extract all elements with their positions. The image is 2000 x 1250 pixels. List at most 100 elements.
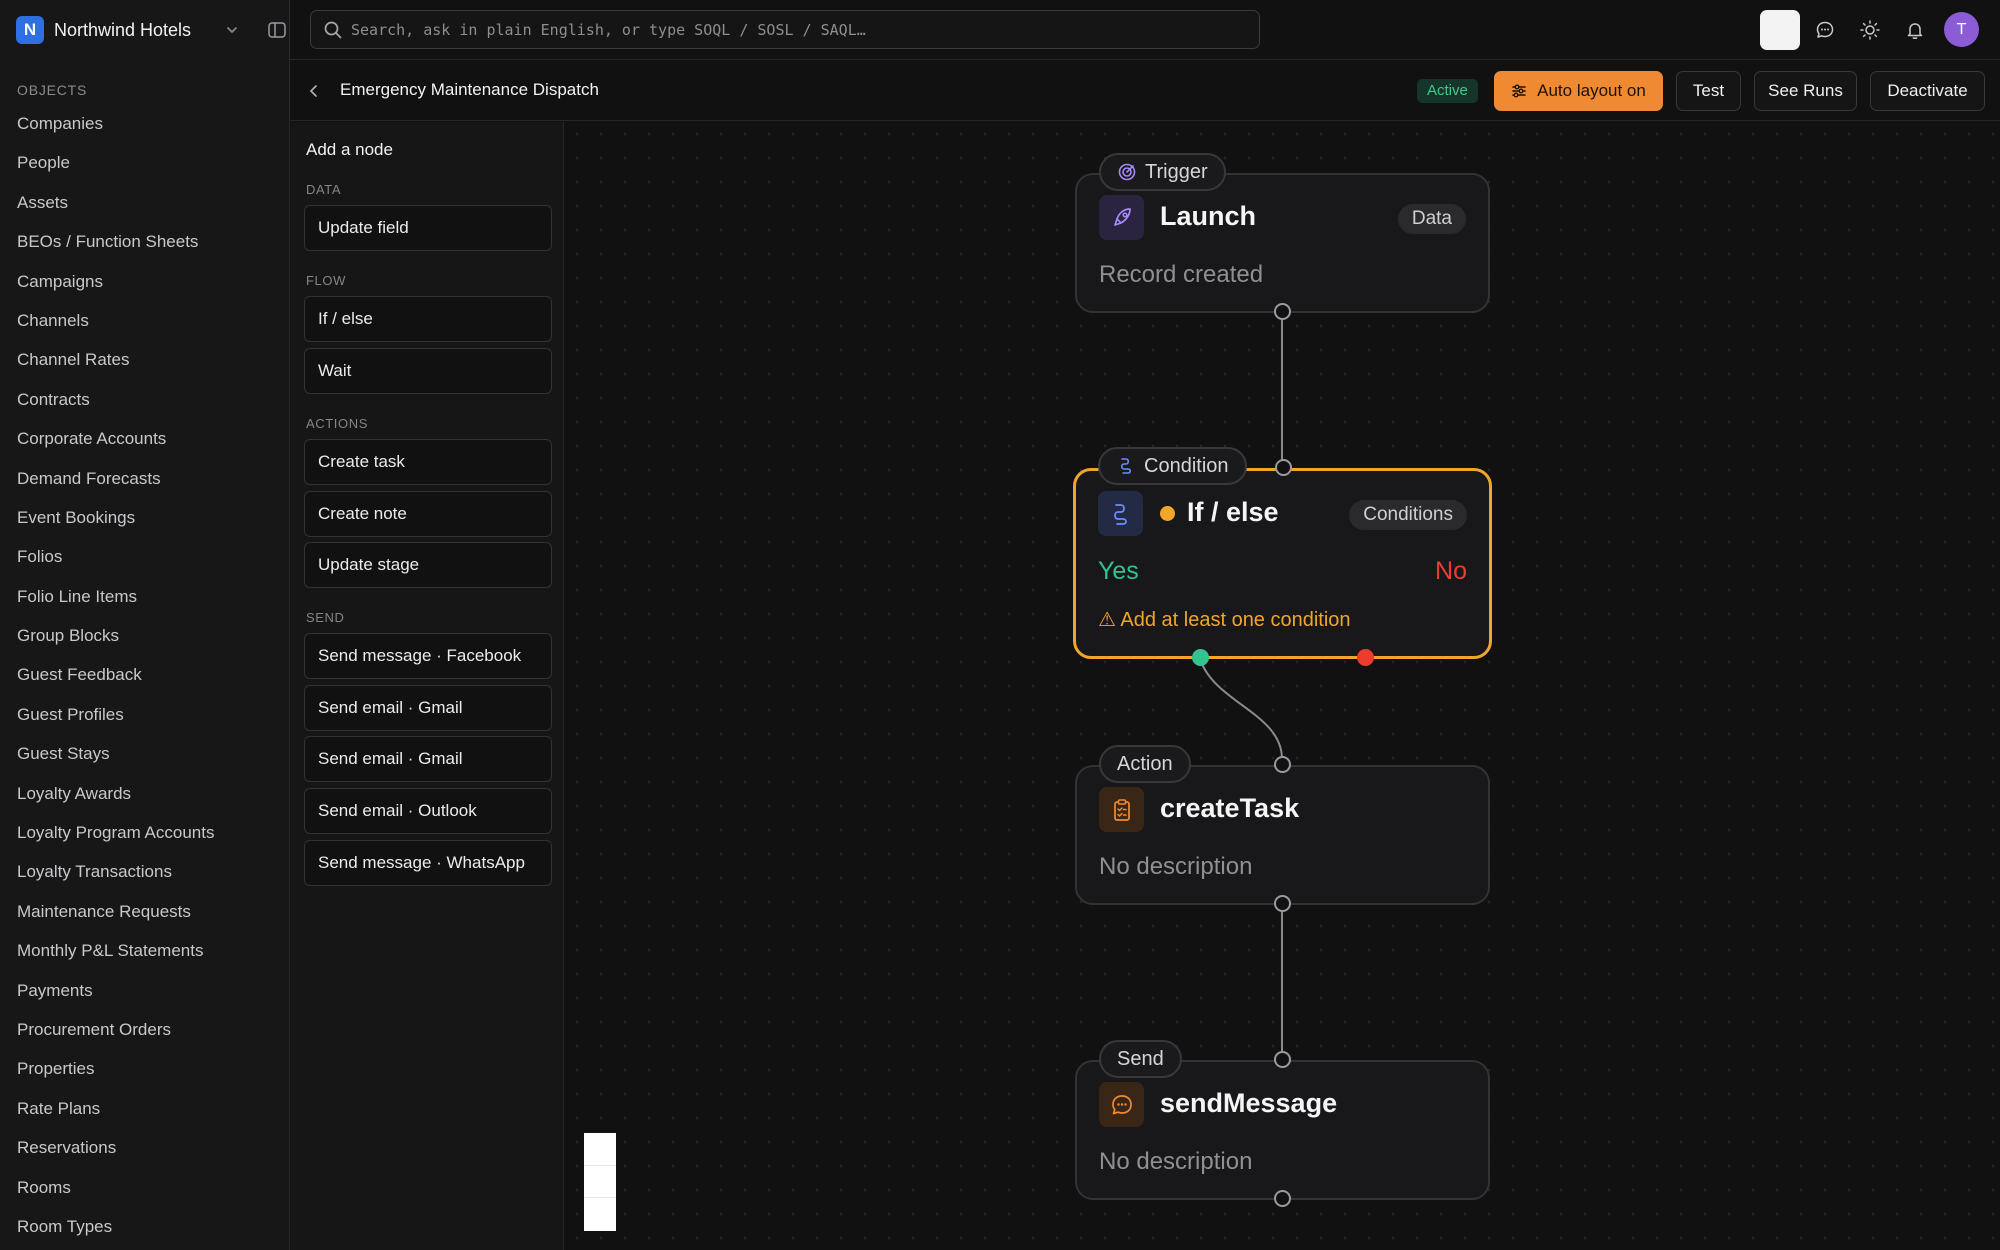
sidebar-item-assets[interactable]: Assets (17, 187, 277, 226)
clipboard-icon (1099, 787, 1144, 832)
node-tag-label: Trigger (1145, 161, 1208, 183)
chevron-down-icon[interactable] (222, 20, 242, 40)
chat-button[interactable] (1805, 10, 1845, 50)
section-actions: ACTIONS (306, 416, 368, 431)
sidebar-item-loyalty-program-accounts[interactable]: Loyalty Program Accounts (17, 817, 277, 856)
branch-yes-label: Yes (1098, 557, 1139, 585)
sidebar-item-corporate-accounts[interactable]: Corporate Accounts (17, 423, 277, 462)
sidebar-item-contracts[interactable]: Contracts (17, 384, 277, 423)
chat-icon (1816, 21, 1834, 38)
input-port[interactable] (1274, 1051, 1291, 1068)
trigger-icon (1118, 163, 1136, 181)
sidebar-item-campaigns[interactable]: Campaigns (17, 266, 277, 305)
section-send: SEND (306, 610, 345, 625)
output-port[interactable] (1274, 895, 1291, 912)
sidebar-item-monthly-p-l-statements[interactable]: Monthly P&L Statements (17, 935, 277, 974)
sidebar-item-group-blocks[interactable]: Group Blocks (17, 620, 277, 659)
node-description: Record created (1099, 261, 1264, 288)
sidebar-item-channels[interactable]: Channels (17, 305, 277, 344)
notifications-button[interactable] (1895, 10, 1935, 50)
palette-item-wait[interactable]: Wait (304, 348, 552, 394)
panel-icon[interactable] (266, 19, 288, 41)
node-title: Launch (1160, 201, 1257, 231)
sidebar-item-procurement-orders[interactable]: Procurement Orders (17, 1014, 277, 1053)
chevron-left-icon[interactable] (304, 81, 324, 101)
sidebar-item-people[interactable]: People (17, 147, 277, 186)
branch-icon (1098, 491, 1143, 536)
section-flow: FLOW (306, 273, 346, 288)
see-runs-button[interactable]: See Runs (1754, 71, 1857, 111)
palette-item-update-stage[interactable]: Update stage (304, 542, 552, 588)
node-category-pill: Data (1397, 204, 1466, 234)
fit-view-button[interactable] (584, 1198, 616, 1231)
sidebar-item-rooms[interactable]: Rooms (17, 1172, 277, 1211)
sidebar-item-demand-forecasts[interactable]: Demand Forecasts (17, 463, 277, 502)
output-port[interactable] (1274, 303, 1291, 320)
rocket-icon (1099, 195, 1144, 240)
workspace-switcher[interactable]: N Northwind Hotels (16, 14, 286, 46)
palette-item-update-field[interactable]: Update field (304, 205, 552, 251)
palette-item-send-gmail[interactable]: Send email · Gmail (304, 736, 552, 782)
sidebar-item-reservations[interactable]: Reservations (17, 1132, 277, 1171)
avatar[interactable]: T (1944, 12, 1979, 47)
sidebar-item-folios[interactable]: Folios (17, 541, 277, 580)
sidebar-item-folio-line-items[interactable]: Folio Line Items (17, 581, 277, 620)
sidebar-item-payments[interactable]: Payments (17, 975, 277, 1014)
app-root: N Northwind Hotels OBJECTS Companies Peop… (0, 0, 2000, 1250)
palette-item-if-else[interactable]: If / else (304, 296, 552, 342)
input-port[interactable] (1275, 459, 1292, 476)
sidebar-item-maintenance-requests[interactable]: Maintenance Requests (17, 896, 277, 935)
sidebar-item-guest-feedback[interactable]: Guest Feedback (17, 659, 277, 698)
sidebar-item-companies[interactable]: Companies (17, 108, 277, 147)
palette-item-send-outlook[interactable]: Send email · Outlook (304, 788, 552, 834)
sidebar-item-properties[interactable]: Properties (17, 1053, 277, 1092)
output-port[interactable] (1274, 1190, 1291, 1207)
sidebar-item-loyalty-transactions[interactable]: Loyalty Transactions (17, 856, 277, 895)
sidebar-item-event-bookings[interactable]: Event Bookings (17, 502, 277, 541)
palette-item-send-gmail[interactable]: Send email · Gmail (304, 685, 552, 731)
node-palette: Add a node DATA Update field FLOW If / e… (291, 122, 564, 1250)
branch-no-label: No (1435, 557, 1467, 585)
workspace-logo: N (16, 16, 44, 44)
no-port[interactable] (1357, 649, 1374, 666)
action-node[interactable]: Action createTask No description (1075, 745, 1490, 912)
sidebar-item-beos-function-sheets[interactable]: BEOs / Function Sheets (17, 226, 277, 265)
sidebar-item-loyalty-awards[interactable]: Loyalty Awards (17, 778, 277, 817)
zoom-out-button[interactable] (584, 1166, 616, 1199)
sidebar-item-guest-profiles[interactable]: Guest Profiles (17, 699, 277, 738)
sidebar-item-guest-stays[interactable]: Guest Stays (17, 738, 277, 777)
auto-layout-button[interactable]: Auto layout on (1494, 71, 1663, 111)
branch-icon (1120, 458, 1132, 474)
condition-node[interactable]: Condition If / else Conditions Yes No ⚠ … (1073, 447, 1492, 666)
objects-heading: OBJECTS (17, 82, 88, 98)
node-tag-label: Action (1117, 753, 1173, 775)
sidebar-item-room-types[interactable]: Room Types (17, 1211, 277, 1250)
search-input[interactable] (351, 15, 1241, 45)
blank-button[interactable] (1760, 10, 1800, 50)
theme-toggle[interactable] (1850, 10, 1890, 50)
sidebar-item-channel-rates[interactable]: Channel Rates (17, 344, 277, 383)
palette-item-send-whatsapp[interactable]: Send message · WhatsApp (304, 840, 552, 886)
layout-icon (1512, 84, 1526, 98)
page-title: Emergency Maintenance Dispatch (340, 80, 599, 99)
node-category-pill: Conditions (1349, 500, 1467, 530)
deactivate-button[interactable]: Deactivate (1870, 71, 1985, 111)
message-icon (1099, 1082, 1144, 1127)
trigger-node[interactable]: Trigger Launch Data Record created (1075, 153, 1490, 320)
send-node[interactable]: Send sendMessage No description (1075, 1040, 1490, 1207)
palette-item-create-note[interactable]: Create note (304, 491, 552, 537)
palette-item-create-task[interactable]: Create task (304, 439, 552, 485)
input-port[interactable] (1274, 756, 1291, 773)
node-tag-label: Send (1117, 1048, 1164, 1070)
palette-item-send-facebook[interactable]: Send message · Facebook (304, 633, 552, 679)
sidebar-item-rate-plans[interactable]: Rate Plans (17, 1093, 277, 1132)
yes-port[interactable] (1192, 649, 1209, 666)
canvas-controls[interactable] (584, 1133, 616, 1231)
node-title: sendMessage (1160, 1088, 1338, 1118)
workflow-canvas[interactable]: Trigger Launch Data Record created Condi… (565, 122, 2000, 1250)
node-type-tag: Send (1099, 1040, 1182, 1078)
test-button[interactable]: Test (1676, 71, 1741, 111)
top-bar: T (290, 0, 2000, 60)
zoom-in-button[interactable] (584, 1133, 616, 1166)
edge-condition-action (1198, 654, 1283, 760)
